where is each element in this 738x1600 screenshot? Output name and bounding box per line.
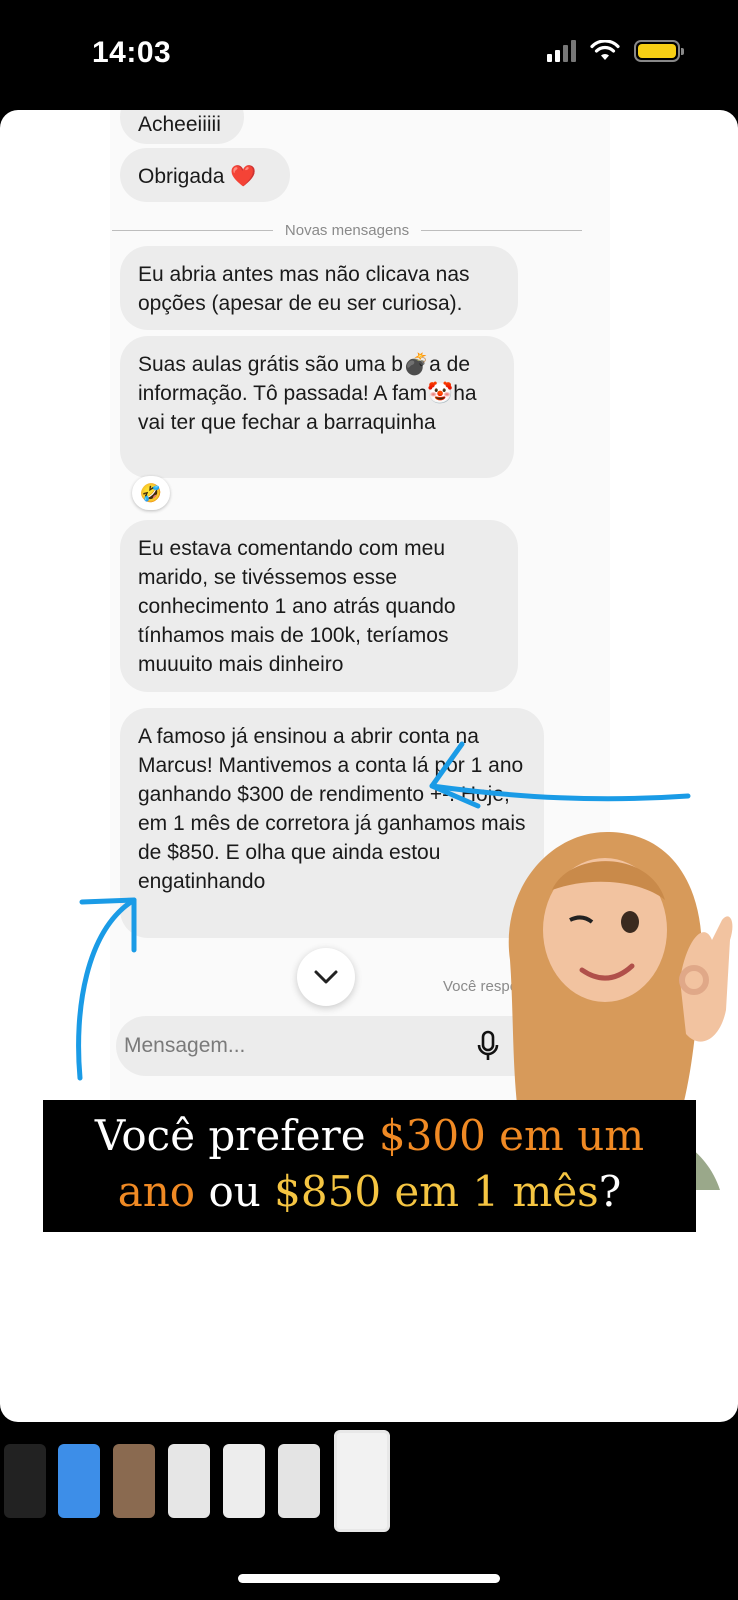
home-indicator[interactable] — [238, 1574, 500, 1583]
banner-text: ? — [598, 1167, 622, 1216]
battery-icon — [634, 40, 684, 62]
story-thumbnail[interactable] — [223, 1444, 265, 1518]
story-card[interactable]: Acheeiiiii Obrigada ❤️ Novas mensagens E… — [0, 110, 738, 1422]
status-icons — [547, 40, 684, 62]
banner-text: Você prefere — [94, 1111, 379, 1160]
status-bar: 14:03 — [0, 0, 738, 108]
story-thumbnail[interactable] — [113, 1444, 155, 1518]
banner-text: ou — [195, 1167, 275, 1216]
story-thumbnail[interactable] — [168, 1444, 210, 1518]
story-thumbnail[interactable] — [278, 1444, 320, 1518]
story-thumbnails — [0, 1426, 738, 1536]
caption-banner: Você prefere $300 em um ano ou $850 em 1… — [43, 1100, 696, 1232]
story-thumbnail-current[interactable] — [334, 1430, 390, 1532]
clock: 14:03 — [92, 36, 172, 69]
banner-highlight: ano — [117, 1167, 196, 1216]
story-thumbnail[interactable] — [4, 1444, 46, 1518]
wifi-icon — [590, 40, 620, 60]
banner-highlight: $300 em um — [378, 1111, 645, 1160]
cellular-signal-icon — [547, 40, 576, 62]
story-thumbnail[interactable] — [58, 1444, 100, 1518]
banner-highlight: $850 em 1 mês — [274, 1167, 599, 1216]
